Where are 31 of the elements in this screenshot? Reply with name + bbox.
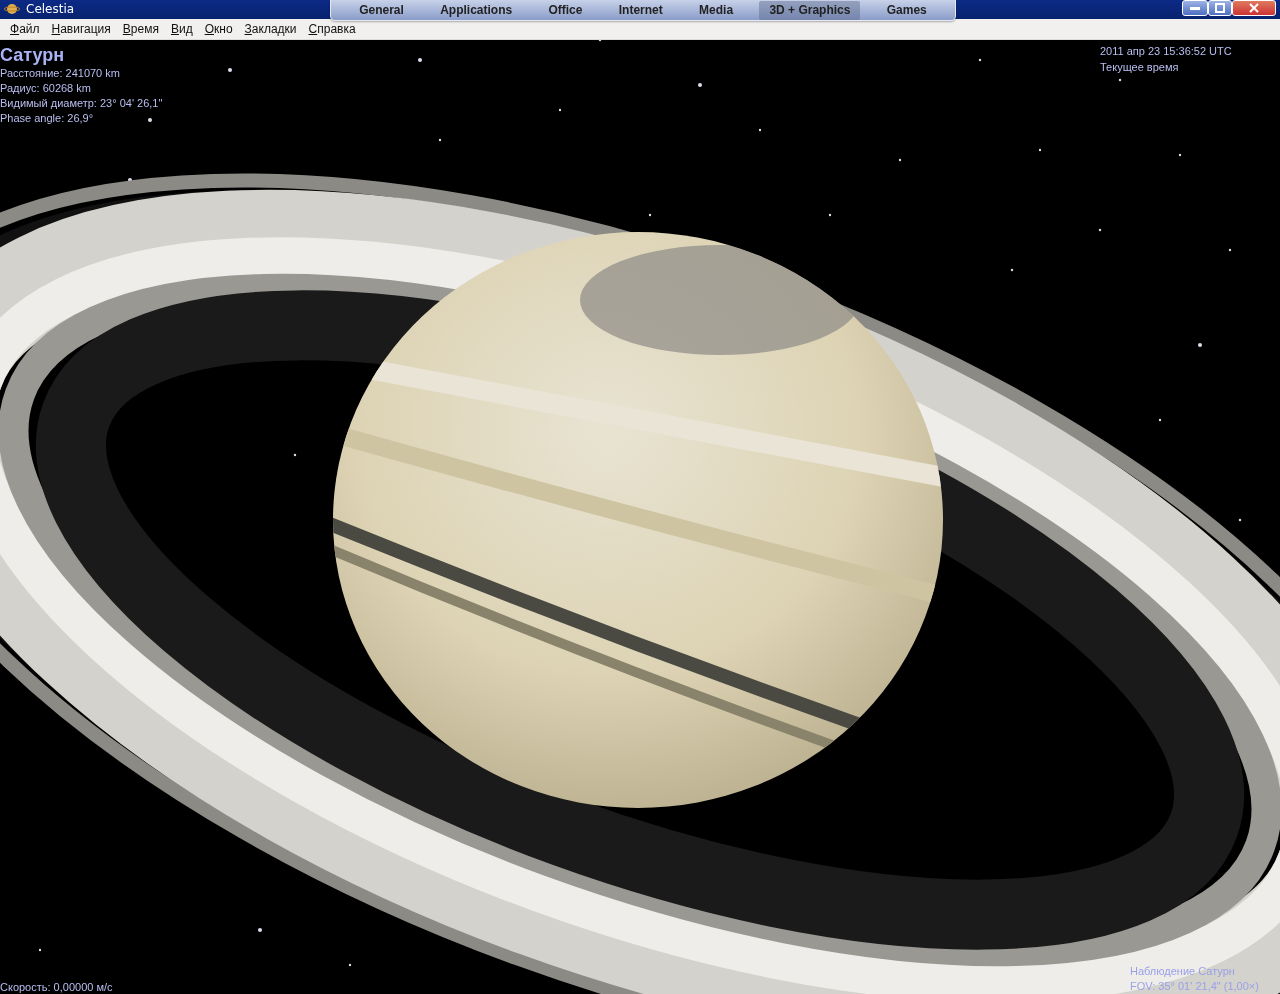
menu-item[interactable]: Время (116, 21, 165, 36)
menu-item[interactable]: Закладки (238, 21, 303, 36)
minimize-button[interactable] (1182, 0, 1208, 17)
date-time: 2011 апр 23 15:36:52 UTC (1100, 44, 1232, 59)
close-button[interactable] (1232, 0, 1276, 17)
object-info-line: Видимый диаметр: 23° 04' 26,1" (0, 96, 163, 111)
launcher-tab[interactable]: General (349, 0, 414, 20)
menu-item[interactable]: Файл (4, 21, 46, 36)
launcher-tab[interactable]: Games (876, 0, 937, 20)
time-mode: Текущее время (1100, 60, 1180, 75)
view-target: Наблюдение Сатурн (1130, 964, 1236, 979)
speed-readout: Скорость: 0,00000 м/с (0, 981, 113, 993)
launcher-tab[interactable]: Office (538, 0, 593, 20)
menu-item[interactable]: Справка (302, 21, 362, 36)
object-info-line: Радиус: 60268 km (0, 81, 92, 96)
object-info-line: Расстояние: 241070 km (0, 66, 121, 81)
minimize-icon (1190, 6, 1200, 11)
close-icon (1249, 3, 1259, 14)
object-name: Сатурн (0, 45, 66, 66)
object-info-line: Phase angle: 26,9° (0, 111, 95, 126)
launcher-tab[interactable]: 3D + Graphics (759, 0, 861, 20)
maximize-button[interactable] (1208, 0, 1232, 17)
window-title: Celestia (26, 2, 75, 17)
maximize-icon (1215, 3, 1225, 14)
launcher-tab[interactable]: Internet (608, 0, 673, 20)
menu-item[interactable]: Окно (198, 21, 239, 36)
planet-logo-icon (4, 2, 20, 17)
launcher-tab[interactable]: Media (689, 0, 744, 20)
menu-item[interactable]: Навигация (45, 21, 117, 36)
launcher-tab[interactable]: Applications (430, 0, 523, 20)
menu-item[interactable]: Вид (164, 21, 199, 36)
